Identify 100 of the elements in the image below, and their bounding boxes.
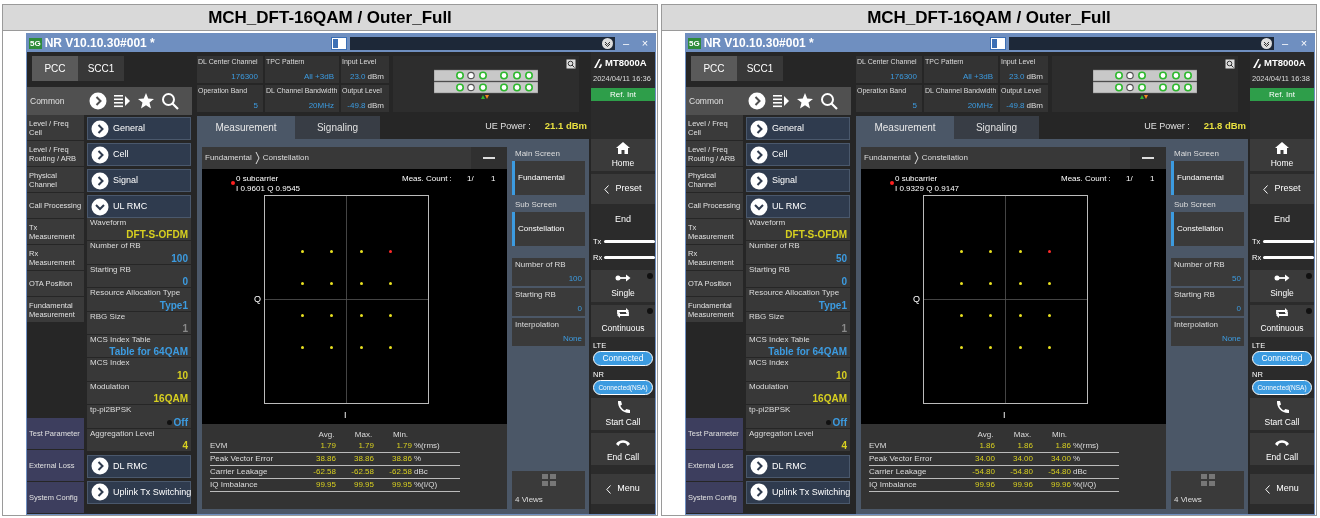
setting-row[interactable]: Number of RB 50 (746, 241, 850, 265)
section-header[interactable]: Uplink Tx Switching (746, 480, 850, 504)
control-button[interactable]: Preset (591, 174, 655, 204)
setting-row[interactable]: RBG Size 1 (746, 311, 850, 335)
section-header[interactable]: DL RMC (746, 454, 850, 478)
control-button[interactable]: End Call (1250, 433, 1314, 465)
result-value: 99.96 (1049, 479, 1071, 491)
breadcrumb-item[interactable]: Fundamental (864, 152, 911, 164)
setting-row[interactable]: Aggregation Level 4 (87, 428, 191, 452)
view-tab[interactable]: Measurement (856, 116, 954, 139)
section-header[interactable]: General (87, 117, 191, 140)
setting-row[interactable]: Starting RB 0 (87, 264, 191, 289)
list-play-icon[interactable] (772, 92, 790, 110)
selector-field[interactable] (349, 36, 615, 50)
search-icon[interactable] (161, 92, 179, 110)
parameter-key[interactable]: Number of RB 100 (512, 258, 585, 286)
control-button[interactable]: Home (591, 139, 655, 171)
carrier-tab[interactable]: SCC1 (737, 56, 783, 81)
control-button[interactable]: Menu (591, 474, 655, 504)
softkey[interactable]: Fundamental (1171, 161, 1244, 195)
setting-row[interactable]: Starting RB 0 (746, 264, 850, 289)
setting-row[interactable]: MCS Index 10 (746, 358, 850, 382)
view-tab[interactable]: Signaling (954, 116, 1039, 139)
result-value: 1.86 (1054, 440, 1071, 452)
setting-row[interactable]: tp-pi2BPSK Off (746, 405, 850, 429)
setting-row[interactable]: Waveform DFT-S-OFDM (746, 218, 850, 242)
control-button[interactable]: Single (591, 269, 655, 302)
section-header[interactable]: Uplink Tx Switching (87, 480, 191, 504)
chevron-right-icon (91, 457, 109, 476)
axis-label: Q (254, 293, 261, 306)
softkey[interactable]: Constellation (512, 212, 585, 246)
setting-row[interactable]: RBG Size 1 (87, 311, 191, 335)
breadcrumb-item[interactable]: Fundamental (205, 152, 252, 164)
control-button[interactable]: Start Call (1250, 398, 1314, 430)
parameter-key[interactable]: Interpolation None (512, 318, 585, 346)
zoom-icon[interactable] (1225, 59, 1235, 69)
setting-row[interactable]: Resource Allocation Type Type1 (746, 288, 850, 312)
star-icon[interactable] (796, 92, 814, 110)
control-button[interactable]: Preset (1250, 174, 1314, 204)
parameter-key[interactable]: Interpolation None (1171, 318, 1244, 346)
setting-value: 16QAM (812, 393, 847, 405)
collapse-button[interactable] (471, 147, 507, 169)
parameter-name: Starting RB (1174, 290, 1216, 300)
setting-name: MCS Index Table (90, 334, 152, 345)
setting-row[interactable]: Modulation 16QAM (87, 381, 191, 406)
control-button[interactable]: End (591, 207, 655, 233)
section-header[interactable]: UL RMC (87, 195, 191, 218)
control-button[interactable]: End Call (591, 433, 655, 465)
parameter-key[interactable]: Number of RB 50 (1171, 258, 1244, 286)
softkey[interactable]: Constellation (1171, 212, 1244, 246)
result-value: 99.96 (1011, 479, 1033, 491)
list-play-icon[interactable] (113, 92, 131, 110)
minus-icon (1142, 157, 1154, 159)
carrier-tab[interactable]: PCC (691, 56, 737, 81)
carrier-tab[interactable]: PCC (32, 56, 78, 81)
control-button[interactable]: End (1250, 207, 1314, 233)
selector-field[interactable] (1008, 36, 1274, 50)
setting-row[interactable]: Waveform DFT-S-OFDM (87, 218, 191, 242)
zoom-icon[interactable] (566, 59, 576, 69)
collapse-button[interactable] (1130, 147, 1166, 169)
breadcrumb-item[interactable]: Constellation (262, 152, 309, 164)
setting-row[interactable]: Aggregation Level 4 (746, 428, 850, 452)
views-button[interactable]: 4 Views (1171, 471, 1244, 509)
view-tab[interactable]: Measurement (197, 116, 295, 139)
setting-row[interactable]: MCS Index Table Table for 64QAM (746, 334, 850, 359)
setting-row[interactable]: MCS Index Table Table for 64QAM (87, 334, 191, 359)
search-icon[interactable] (820, 92, 838, 110)
control-button[interactable]: Start Call (591, 398, 655, 430)
setting-value: Off (173, 416, 188, 428)
carrier-tab[interactable]: SCC1 (78, 56, 124, 81)
breadcrumb-item[interactable]: Constellation (921, 152, 968, 164)
setting-row[interactable]: Modulation 16QAM (746, 381, 850, 406)
control-button[interactable]: Continuous (1250, 304, 1314, 337)
view-tab[interactable]: Signaling (295, 116, 380, 139)
panel-toggle-icon[interactable] (330, 36, 347, 50)
setting-row[interactable]: MCS Index 10 (87, 358, 191, 382)
chevron-circle-icon[interactable] (89, 92, 107, 110)
views-button[interactable]: 4 Views (512, 471, 585, 509)
chevron-down-icon[interactable] (1261, 37, 1272, 49)
section-header[interactable]: UL RMC (746, 195, 850, 218)
section-header[interactable]: DL RMC (87, 454, 191, 478)
section-header[interactable]: Signal (87, 169, 191, 192)
panel-toggle-icon[interactable] (989, 36, 1006, 50)
chevron-circle-icon[interactable] (748, 92, 766, 110)
setting-row[interactable]: tp-pi2BPSK Off (87, 405, 191, 429)
control-button[interactable]: Continuous (591, 304, 655, 337)
control-button[interactable]: Menu (1250, 474, 1314, 504)
setting-row[interactable]: Resource Allocation Type Type1 (87, 288, 191, 312)
section-header[interactable]: Cell (746, 143, 850, 166)
section-header[interactable]: General (746, 117, 850, 140)
parameter-key[interactable]: Starting RB 0 (512, 288, 585, 316)
section-header[interactable]: Signal (746, 169, 850, 192)
softkey[interactable]: Fundamental (512, 161, 585, 195)
control-button[interactable]: Single (1250, 269, 1314, 302)
section-header[interactable]: Cell (87, 143, 191, 166)
chevron-down-icon[interactable] (602, 37, 613, 49)
control-button[interactable]: Home (1250, 139, 1314, 171)
parameter-key[interactable]: Starting RB 0 (1171, 288, 1244, 316)
setting-row[interactable]: Number of RB 100 (87, 241, 191, 265)
star-icon[interactable] (137, 92, 155, 110)
